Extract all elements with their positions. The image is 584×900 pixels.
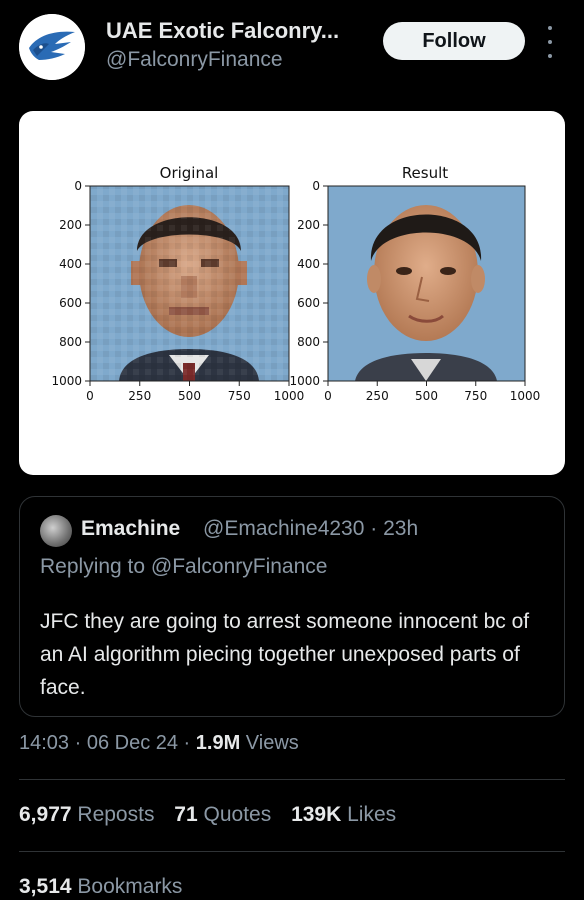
post-time-date[interactable]: 14:03 · 06 Dec 24 · (19, 732, 196, 754)
avatar[interactable] (40, 515, 72, 547)
engagement-stats: 6,977 Reposts 71 Quotes 139K Likes (19, 803, 410, 827)
y-tick-label: 800 (297, 335, 320, 349)
x-tick-label: 750 (228, 389, 251, 403)
y-tick-label: 600 (59, 296, 82, 310)
more-vertical-icon[interactable] (540, 26, 560, 58)
bookmarks-stat[interactable]: 3,514 Bookmarks (19, 875, 182, 899)
account-handle[interactable]: @FalconryFinance (106, 48, 283, 72)
post-timestamp: 14:03 · 06 Dec 24 · 1.9M Views (19, 732, 299, 755)
reposts-stat[interactable]: 6,977 Reposts (19, 803, 154, 826)
y-tick-label: 600 (297, 296, 320, 310)
quotes-stat[interactable]: 71 Quotes (174, 803, 271, 826)
y-tick-label: 800 (59, 335, 82, 349)
views-count: 1.9M (195, 732, 241, 754)
x-tick-label: 250 (128, 389, 151, 403)
likes-stat[interactable]: 139K Likes (291, 803, 396, 826)
follow-button[interactable]: Follow (383, 22, 525, 60)
quote-author-meta: @Emachine4230 · 23h (203, 517, 419, 540)
y-tick-label: 0 (74, 179, 82, 193)
x-tick-label: 1000 (274, 389, 305, 403)
divider (19, 851, 565, 852)
x-tick-label: 500 (178, 389, 201, 403)
x-tick-label: 0 (86, 389, 94, 403)
x-tick-label: 250 (366, 389, 389, 403)
quote-author-name[interactable]: Emachine (81, 517, 180, 541)
replying-to-text[interactable]: Replying to @FalconryFinance (40, 555, 327, 579)
y-tick-label: 1000 (51, 374, 82, 388)
panel-title: Original (160, 164, 219, 182)
y-tick-label: 1000 (289, 374, 320, 388)
x-tick-label: 500 (415, 389, 438, 403)
y-tick-label: 0 (312, 179, 320, 193)
quoted-reply[interactable]: Emachine @Emachine4230 · 23h Replying to… (19, 496, 565, 717)
divider (19, 779, 565, 780)
falcon-logo-icon[interactable] (19, 14, 85, 80)
views-label: Views (240, 732, 299, 754)
post-image[interactable]: Original 0 200 400 600 800 1000 0 250 500 750 100… (19, 111, 565, 475)
panel-result: Result 0 200 400 600 800 1000 0 250 500 750 1000 (289, 164, 540, 403)
post-header: UAE Exotic Falconry... @FalconryFinance … (0, 0, 584, 100)
y-tick-label: 200 (59, 218, 82, 232)
panel-title: Result (402, 164, 448, 182)
y-tick-label: 200 (297, 218, 320, 232)
y-tick-label: 400 (59, 257, 82, 271)
x-tick-label: 0 (324, 389, 332, 403)
y-tick-label: 400 (297, 257, 320, 271)
x-tick-label: 750 (464, 389, 487, 403)
account-name[interactable]: UAE Exotic Falconry... (106, 18, 339, 44)
panel-original: Original 0 200 400 600 800 1000 0 250 500 750 100… (51, 164, 304, 403)
quote-text: JFC they are going to arrest someone inn… (40, 610, 530, 699)
comparison-figure: Original 0 200 400 600 800 1000 0 250 500 750 100… (51, 164, 540, 403)
x-tick-label: 1000 (510, 389, 541, 403)
